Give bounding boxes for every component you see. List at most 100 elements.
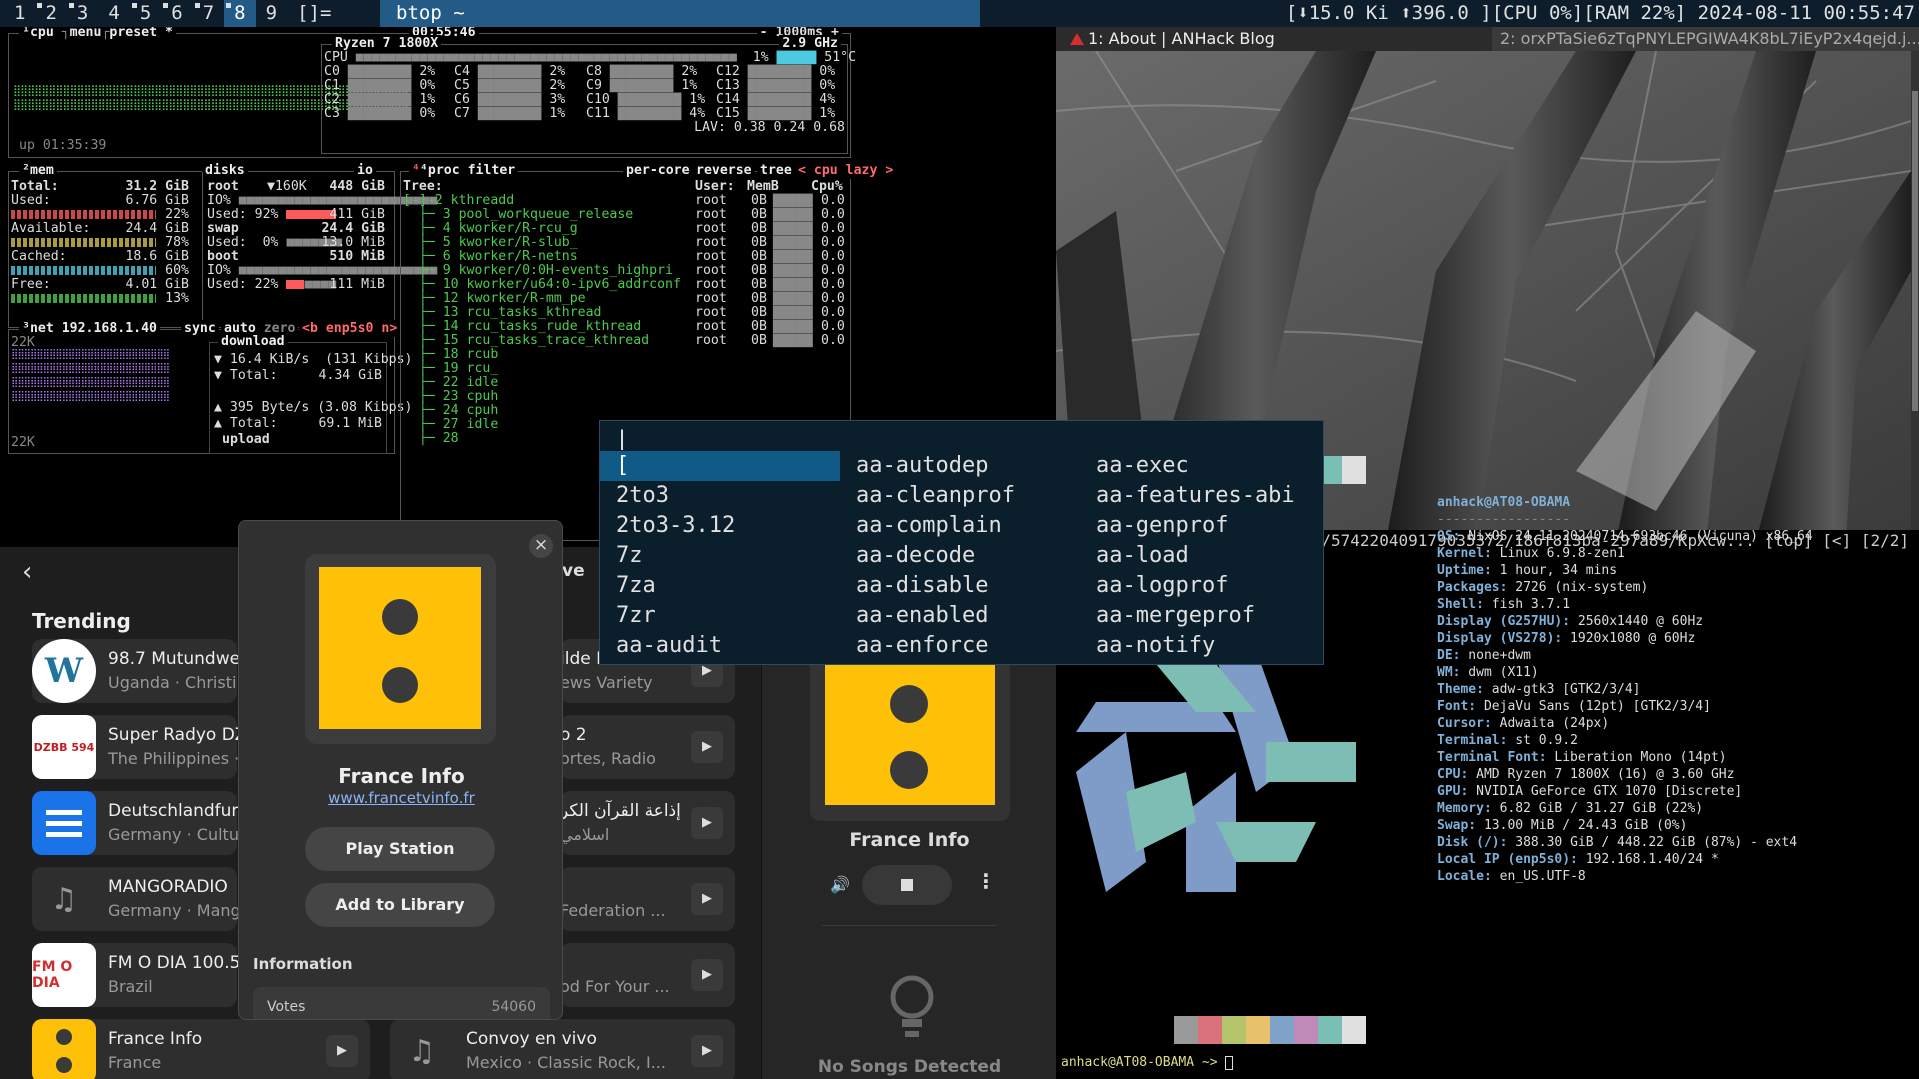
- sysinfo-line: Cursor: Adwaita (24px): [1437, 716, 1610, 731]
- sort-selector[interactable]: < cpu lazy >: [795, 162, 897, 179]
- tag-3[interactable]: 3: [67, 0, 98, 27]
- layout-indicator[interactable]: []=: [287, 0, 341, 27]
- completion-item[interactable]: aa-features-abi: [1080, 481, 1320, 511]
- station-card[interactable]: Federation ... ▶: [560, 867, 735, 931]
- tab-image[interactable]: 2: orxPTaSie6zTqPNYLEPGIWA4K8bL7iEyP2x4q…: [1492, 27, 1919, 51]
- station-card[interactable]: W 98.7 Mutundwe Uganda · Christi: [32, 639, 240, 703]
- upload-rate: ▲ 395 Byte/s (3.08 Kibps): [214, 400, 413, 415]
- disk-row: Used: 22% ■■■■ 111 MiB: [207, 277, 385, 292]
- station-card[interactable]: od For Your ... ▶: [560, 943, 735, 1007]
- tag-7[interactable]: 7: [193, 0, 224, 27]
- tag-1[interactable]: 1: [4, 0, 35, 27]
- completion-item[interactable]: aa-mergeprof: [1080, 601, 1320, 631]
- play-button[interactable]: ▶: [691, 883, 723, 915]
- scroll-thumb[interactable]: [1912, 91, 1918, 411]
- play-button[interactable]: ▶: [691, 1035, 723, 1067]
- play-station-button[interactable]: Play Station: [305, 827, 495, 871]
- completion-item[interactable]: aa-genprof: [1080, 511, 1320, 541]
- mem-box: ²mem disks io Total: 31.2 GiB Used: 6.76 Gi…: [8, 162, 437, 328]
- tag-2[interactable]: 2: [35, 0, 66, 27]
- completion-item[interactable]: aa-decode: [840, 541, 1080, 571]
- sysinfo-line: Theme: adw-gtk3 [GTK2/3/4]: [1437, 682, 1641, 697]
- tag-9[interactable]: 9: [256, 0, 287, 27]
- tag-8[interactable]: 8: [224, 0, 256, 27]
- cpu-box: ¹cpu ┐menu┌preset * 00:55:46 - 1000ms + …: [8, 27, 856, 158]
- completion-item[interactable]: 7za: [600, 571, 840, 601]
- sysinfo-line: Terminal Font: Liberation Mono (14pt): [1437, 750, 1727, 765]
- completion-item[interactable]: aa-audit: [600, 631, 840, 661]
- net-sync[interactable]: sync: [181, 320, 219, 337]
- completion-item[interactable]: aa-enabled: [840, 601, 1080, 631]
- station-card[interactable]: o 2 ortes, Radio ▶: [560, 715, 735, 779]
- stop-button[interactable]: [862, 865, 952, 905]
- io-toggle[interactable]: io: [354, 162, 376, 179]
- play-button[interactable]: ▶: [691, 959, 723, 991]
- information-heading: Information: [253, 955, 353, 973]
- volume-icon[interactable]: 🔊: [830, 875, 850, 894]
- station-card[interactable]: DZBB 594 Super Radyo DZ The Philippines ·: [32, 715, 246, 779]
- sysinfo-line: Terminal: st 0.9.2: [1437, 733, 1578, 748]
- completion-item[interactable]: aa-disable: [840, 571, 1080, 601]
- net-box: ³net 192.168.1.40 sync auto zero <b enp5…: [8, 320, 413, 454]
- viewer-tabs: 1: About | ANHack Blog 2: orxPTaSie6zTqP…: [1056, 27, 1919, 51]
- sysinfo-line: Disk (/): 388.30 GiB / 448.22 GiB (87%) …: [1437, 835, 1798, 850]
- popup-station-name: France Info: [338, 764, 465, 788]
- palette-bottom: [1174, 1016, 1366, 1044]
- sysinfo-line: DE: none+dwm: [1437, 648, 1531, 663]
- completion-item[interactable]: aa-enforce: [840, 631, 1080, 661]
- tag-4[interactable]: 4: [98, 0, 129, 27]
- station-card[interactable]: إذاعة القرآن الكر اسلامي ▶: [560, 791, 735, 855]
- completion-item[interactable]: aa-exec: [1080, 451, 1320, 481]
- sysinfo-line: Uptime: 1 hour, 34 mins: [1437, 563, 1618, 578]
- disks-title: disks: [202, 162, 248, 179]
- station-card[interactable]: Deutschlandfunk Germany · Cultu: [32, 791, 252, 855]
- net-iface[interactable]: <b enp5s0 n>: [299, 320, 401, 337]
- proc-title[interactable]: ⁴⁴proc filter: [409, 162, 519, 179]
- play-button[interactable]: ▶: [691, 807, 723, 839]
- votes-row: Votes 54060: [253, 987, 550, 1019]
- tab-about[interactable]: 1: About | ANHack Blog: [1064, 27, 1494, 51]
- back-button[interactable]: ‹: [22, 557, 32, 587]
- add-to-library-button[interactable]: Add to Library: [305, 883, 495, 927]
- cpu-box-title[interactable]: ¹cpu ┐menu┌preset *: [19, 27, 176, 41]
- tag-6[interactable]: 6: [161, 0, 192, 27]
- completion-item[interactable]: aa-autodep: [840, 451, 1080, 481]
- station-card[interactable]: ♫ MANGORADIO Germany · Mang: [32, 867, 241, 931]
- sysinfo-line: Memory: 6.82 GiB / 31.27 GiB (22%): [1437, 801, 1704, 816]
- tag-5[interactable]: 5: [130, 0, 161, 27]
- play-button[interactable]: ▶: [691, 731, 723, 763]
- completion-item[interactable]: [: [600, 451, 840, 481]
- station-logo: ♫: [390, 1019, 454, 1079]
- viewer-scrollbar[interactable]: [1911, 51, 1919, 541]
- sysinfo-line: GPU: NVIDIA GeForce GTX 1070 [Discrete]: [1437, 784, 1743, 799]
- more-menu-icon[interactable]: ⋮: [976, 869, 996, 893]
- completion-item[interactable]: aa-load: [1080, 541, 1320, 571]
- sysinfo-line: Packages: 2726 (nix-system): [1437, 580, 1649, 595]
- mem-title[interactable]: ²mem: [19, 162, 57, 179]
- completion-item[interactable]: 2to3: [600, 481, 840, 511]
- close-button[interactable]: ×: [529, 534, 553, 558]
- completion-item[interactable]: 7z: [600, 541, 840, 571]
- command-completion-menu[interactable]: | [2to3 2to3-3.12 7z 7za 7zr aa-audit aa-autod…: [599, 420, 1324, 665]
- now-playing-station: France Info: [849, 829, 970, 851]
- tree-toggle[interactable]: tree: [757, 162, 795, 179]
- load-average: LAV: 0.38 0.24 0.68: [694, 120, 845, 135]
- station-card[interactable]: France Info France ▶: [32, 1019, 370, 1079]
- no-songs-label: No Songs Detected: [817, 1057, 1002, 1077]
- net-title[interactable]: ³net 192.168.1.40: [19, 320, 160, 337]
- completion-item[interactable]: 7zr: [600, 601, 840, 631]
- reverse-toggle[interactable]: reverse: [693, 162, 755, 179]
- completion-item[interactable]: aa-complain: [840, 511, 1080, 541]
- per-core-toggle[interactable]: per-core: [623, 162, 693, 179]
- play-button[interactable]: ▶: [326, 1035, 358, 1067]
- sysinfo-line: Font: DejaVu Sans (12pt) [GTK2/3/4]: [1437, 699, 1711, 714]
- completion-item[interactable]: 2to3-3.12: [600, 511, 840, 541]
- completion-item[interactable]: aa-logprof: [1080, 571, 1320, 601]
- station-website-link[interactable]: www.francetvinfo.fr: [239, 789, 562, 807]
- station-card[interactable]: ♫ Convoy en vivo Mexico · Classic Rock, I.…: [390, 1019, 735, 1079]
- completion-item[interactable]: aa-notify: [1080, 631, 1320, 661]
- shell-prompt[interactable]: anhack@AT08-OBAMA ~>: [1061, 1054, 1234, 1071]
- station-card[interactable]: FM O DIA FM O DIA 100.5 Brazil: [32, 943, 240, 1007]
- completion-input[interactable]: |: [616, 423, 628, 453]
- completion-item[interactable]: aa-cleanprof: [840, 481, 1080, 511]
